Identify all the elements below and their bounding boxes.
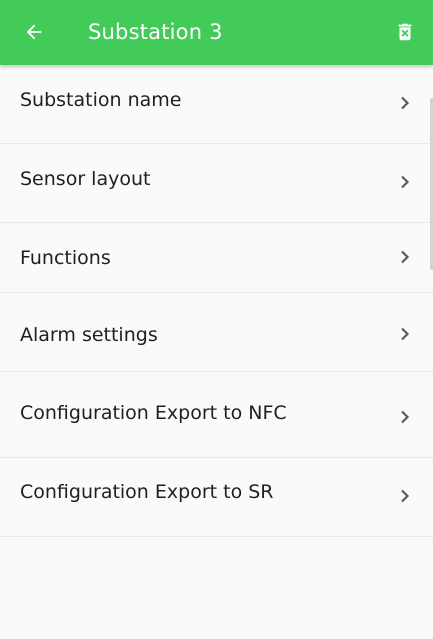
menu-item-substation-name[interactable]: Substation name bbox=[0, 65, 433, 144]
menu-item-label: Functions bbox=[20, 247, 111, 269]
chevron-right-icon bbox=[395, 172, 415, 192]
chevron-right-icon bbox=[395, 324, 415, 344]
chevron-right-icon bbox=[395, 247, 415, 267]
menu-item-sensor-layout[interactable]: Sensor layout bbox=[0, 144, 433, 223]
menu-item-label: Alarm settings bbox=[20, 324, 158, 346]
back-button[interactable] bbox=[16, 14, 52, 50]
menu-item-export-sr[interactable]: Configuration Export to SR bbox=[0, 458, 433, 537]
settings-menu: Substation name Sensor layout Functions … bbox=[0, 65, 433, 537]
menu-item-label: Substation name bbox=[20, 89, 182, 111]
menu-item-functions[interactable]: Functions bbox=[0, 223, 433, 293]
menu-item-label: Configuration Export to SR bbox=[20, 481, 274, 503]
page-title: Substation 3 bbox=[88, 20, 223, 44]
menu-item-alarm-settings[interactable]: Alarm settings bbox=[0, 293, 433, 372]
chevron-right-icon bbox=[395, 486, 415, 506]
trash-icon bbox=[398, 23, 412, 41]
menu-item-label: Sensor layout bbox=[20, 168, 151, 190]
chevron-right-icon bbox=[395, 93, 415, 113]
arrow-left-icon bbox=[26, 24, 42, 40]
app-bar: Substation 3 bbox=[0, 0, 433, 65]
chevron-right-icon bbox=[395, 407, 415, 427]
menu-item-label: Configuration Export to NFC bbox=[20, 402, 287, 424]
menu-item-export-nfc[interactable]: Configuration Export to NFC bbox=[0, 372, 433, 458]
delete-button[interactable] bbox=[387, 14, 423, 50]
